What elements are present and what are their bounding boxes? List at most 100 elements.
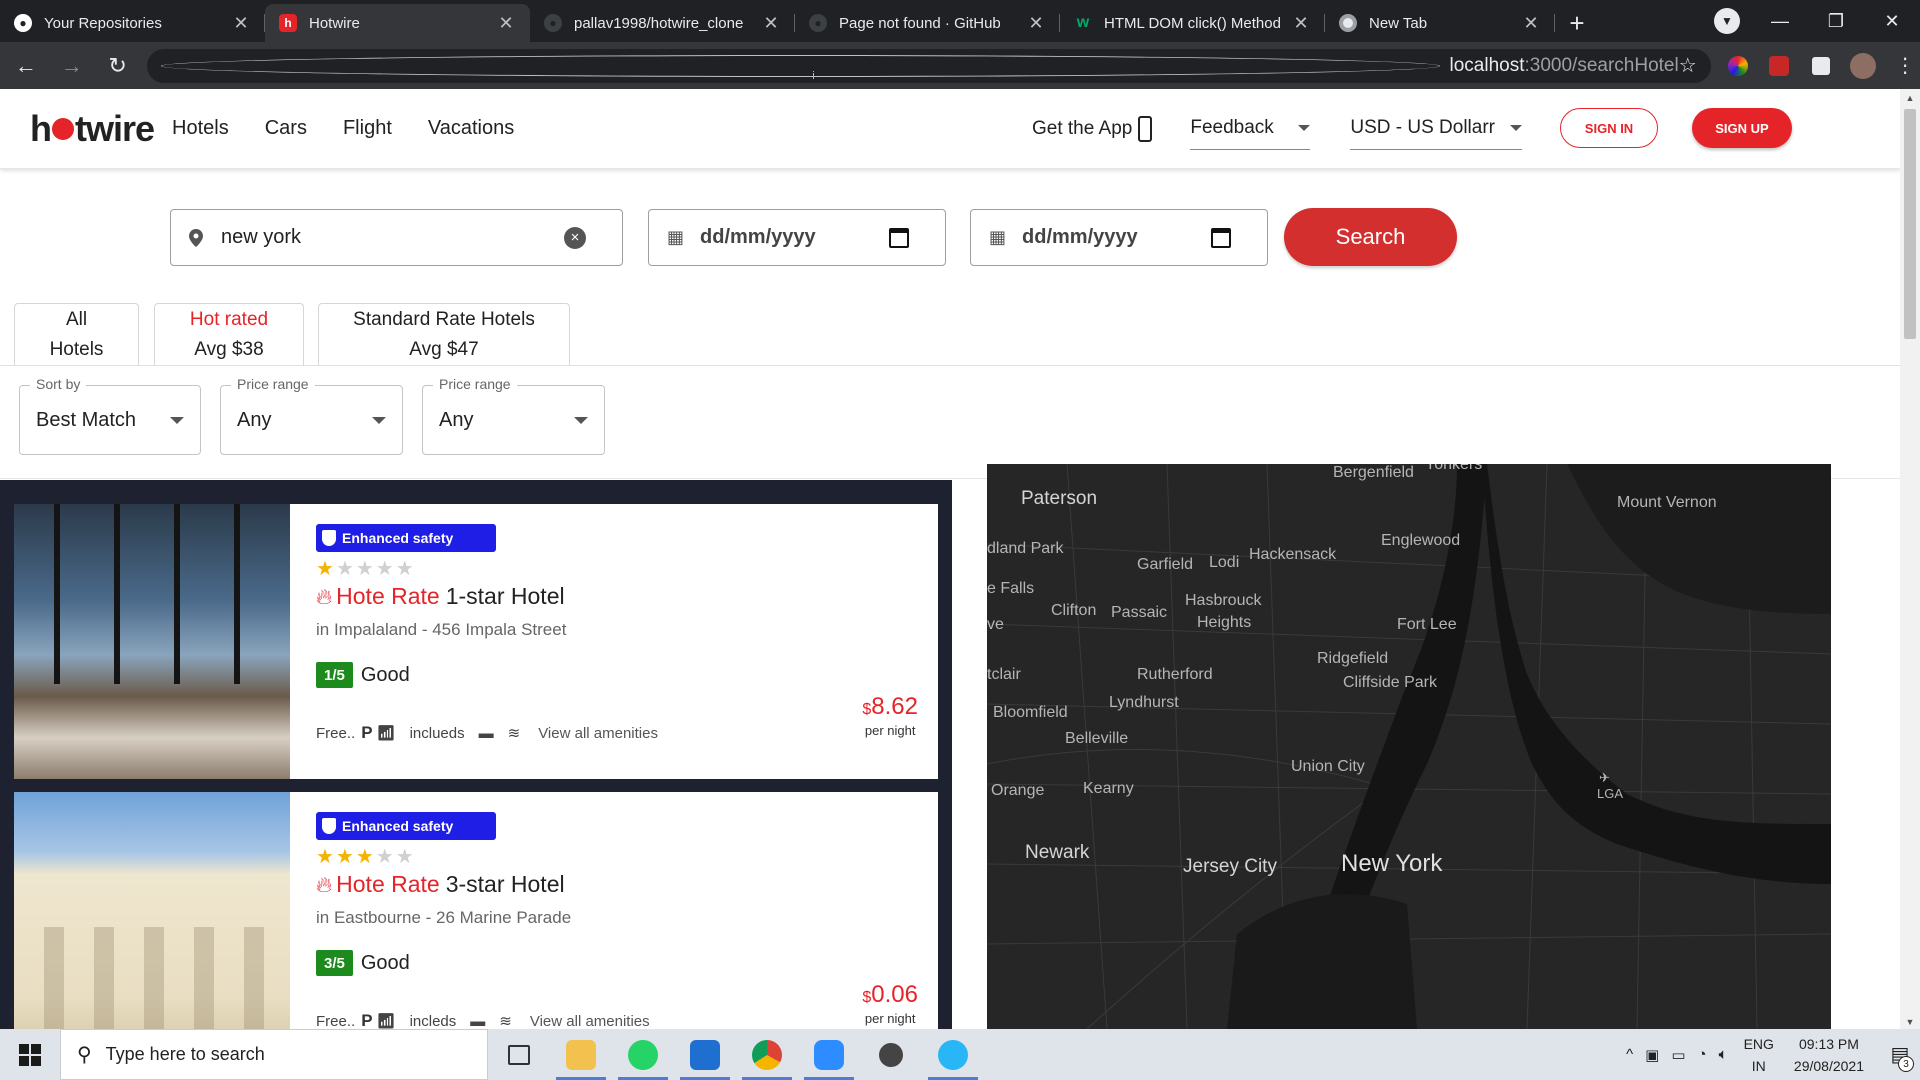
clear-input-icon[interactable]: × (564, 226, 586, 249)
battery-icon[interactable]: ▭ (1671, 1046, 1685, 1064)
puzzle-extensions-icon[interactable] (1806, 51, 1836, 81)
date-picker-icon[interactable] (889, 227, 909, 248)
map-label: Rutherford (1137, 666, 1213, 683)
close-tab-icon[interactable]: ✕ (1521, 13, 1541, 34)
close-tab-icon[interactable]: ✕ (1026, 13, 1046, 34)
device-icon[interactable]: ▣ (1645, 1046, 1659, 1064)
feedback-dropdown[interactable]: Feedback (1190, 117, 1311, 150)
price-range-select[interactable]: Price range Any (220, 376, 403, 455)
results-map[interactable]: Yonkers Bergenfield Paterson Mount Verno… (987, 464, 1831, 1029)
volume-icon[interactable]: 🔈︎ (1719, 1046, 1728, 1063)
map-label: Hasbrouck (1185, 592, 1262, 609)
reload-icon[interactable]: ↻ (98, 46, 138, 86)
caret-down-icon (372, 416, 386, 424)
close-tab-icon[interactable]: ✕ (231, 13, 251, 34)
vscode-icon[interactable] (674, 1029, 736, 1080)
hotwire-logo[interactable]: h twire (30, 108, 155, 150)
tab-standard-rate[interactable]: Standard Rate Hotels Avg $47 (318, 303, 570, 365)
select-value: Any (237, 408, 272, 431)
score-label: Good (360, 951, 410, 974)
new-tab-button[interactable]: + (1555, 4, 1599, 42)
map-label: Bergenfield (1333, 464, 1414, 481)
taskbar-clock[interactable]: 09:13 PM 29/08/2021 (1794, 1033, 1864, 1077)
date-picker-icon[interactable] (1211, 227, 1231, 248)
language-indicator[interactable]: ENG IN (1744, 1033, 1774, 1077)
show-hidden-icons-icon[interactable]: ^ (1626, 1046, 1633, 1063)
chrome-menu-icon[interactable]: ⋮ (1890, 51, 1920, 81)
nav-vacations[interactable]: Vacations (428, 117, 514, 140)
search-button[interactable]: Search (1284, 208, 1457, 266)
sign-up-button[interactable]: SIGN UP (1692, 108, 1792, 148)
close-tab-icon[interactable]: ✕ (761, 13, 781, 34)
windows-logo-icon (19, 1043, 41, 1066)
get-the-app-link[interactable]: Get the App (1032, 116, 1153, 142)
sort-by-select[interactable]: Sort by Best Match (19, 376, 201, 455)
price-currency: $ (862, 989, 872, 1006)
browser-tab[interactable]: ● Your Repositories ✕ (0, 4, 265, 42)
app-icon[interactable] (922, 1029, 984, 1080)
tab-title: Page not found · GitHub (839, 14, 1001, 32)
maximize-icon[interactable]: ❐ (1808, 0, 1864, 42)
close-tab-icon[interactable]: ✕ (1291, 13, 1311, 34)
zoom-icon[interactable] (798, 1029, 860, 1080)
price-value: 0.06 (871, 981, 918, 1008)
taskbar-search-box[interactable]: ⚲ Type here to search (60, 1029, 488, 1080)
parking-icon: P (361, 1011, 373, 1029)
hotel-card[interactable]: Enhanced safety ★★★★★ 🔥︎ Hote Rate 3-sta… (14, 792, 938, 1029)
map-label: Union City (1291, 758, 1365, 775)
checkout-date-input[interactable]: ▦ dd/mm/yyyy (970, 209, 1268, 266)
wifi-icon[interactable]: ◔ (1698, 1046, 1707, 1063)
notification-center-icon[interactable]: ▤ 3 (1880, 1029, 1920, 1080)
start-button[interactable] (0, 1029, 60, 1080)
price-range-select-2[interactable]: Price range Any (422, 376, 605, 455)
settings-gear-icon[interactable] (860, 1029, 922, 1080)
sign-in-button[interactable]: SIGN IN (1560, 108, 1658, 148)
page-scrollbar[interactable]: ▲ ▼ (1900, 89, 1920, 1029)
tab-search-icon[interactable]: ▼ (1714, 8, 1740, 34)
hotel-price: $0.06 per night (862, 981, 918, 1026)
browser-tab[interactable]: ● Page not found · GitHub ✕ (795, 4, 1060, 42)
close-tab-icon[interactable]: ✕ (496, 13, 516, 34)
view-all-amenities-link[interactable]: View all amenities (538, 725, 658, 742)
bed-icon: ▬ (470, 1012, 486, 1030)
nav-cars[interactable]: Cars (265, 117, 307, 140)
hotel-title[interactable]: 🔥︎ Hote Rate 3-star Hotel (316, 871, 938, 898)
file-explorer-icon[interactable] (550, 1029, 612, 1080)
chrome-icon[interactable] (736, 1029, 798, 1080)
site-info-icon[interactable]: i (161, 54, 1440, 82)
profile-avatar[interactable] (1848, 51, 1878, 81)
back-icon[interactable]: ← (6, 46, 46, 86)
extension-icon[interactable] (1765, 51, 1795, 81)
amenity-includes: incleds (409, 1012, 457, 1030)
address-bar[interactable]: i localhost:3000/searchHotel ☆ (147, 48, 1711, 83)
checkin-date-input[interactable]: ▦ dd/mm/yyyy (648, 209, 946, 266)
scrollbar-thumb[interactable] (1904, 109, 1916, 339)
forward-icon[interactable]: → (52, 46, 92, 86)
location-input[interactable]: new york × (170, 209, 623, 266)
browser-tab[interactable]: w HTML DOM click() Method ✕ (1060, 4, 1325, 42)
hotel-address: in Eastbourne - 26 Marine Parade (316, 908, 572, 927)
nav-flight[interactable]: Flight (343, 117, 392, 140)
bookmark-star-icon[interactable]: ☆ (1679, 53, 1697, 78)
hotel-card[interactable]: Enhanced safety ★★★★★ 🔥︎ Hote Rate 1-sta… (14, 504, 938, 779)
tab-all-hotels[interactable]: All Hotels (14, 303, 139, 365)
currency-dropdown[interactable]: USD - US Dollarr (1350, 117, 1523, 150)
scroll-down-icon[interactable]: ▼ (1900, 1017, 1920, 1027)
browser-tab-active[interactable]: h Hotwire ✕ (265, 4, 530, 42)
minimize-icon[interactable]: — (1752, 0, 1808, 42)
map-label: e Falls (987, 580, 1035, 597)
tab-hot-rated[interactable]: Hot rated Avg $38 (154, 303, 304, 365)
task-view-icon[interactable] (488, 1029, 550, 1080)
browser-tab[interactable]: ● pallav1998/hotwire_clone ✕ (530, 4, 795, 42)
view-all-amenities-link[interactable]: View all amenities (530, 1013, 650, 1030)
nav-hotels[interactable]: Hotels (172, 117, 229, 140)
hotel-title[interactable]: 🔥︎ Hote Rate 1-star Hotel (316, 583, 938, 610)
color-extension-icon[interactable] (1723, 51, 1753, 81)
window-controls: — ❐ ✕ (1752, 0, 1920, 42)
map-label: LGA (1597, 786, 1624, 801)
browser-tab[interactable]: New Tab ✕ (1325, 4, 1555, 42)
whatsapp-icon[interactable] (612, 1029, 674, 1080)
scroll-up-icon[interactable]: ▲ (1900, 93, 1920, 103)
close-window-icon[interactable]: ✕ (1864, 0, 1920, 42)
notification-count: 3 (1898, 1056, 1914, 1072)
